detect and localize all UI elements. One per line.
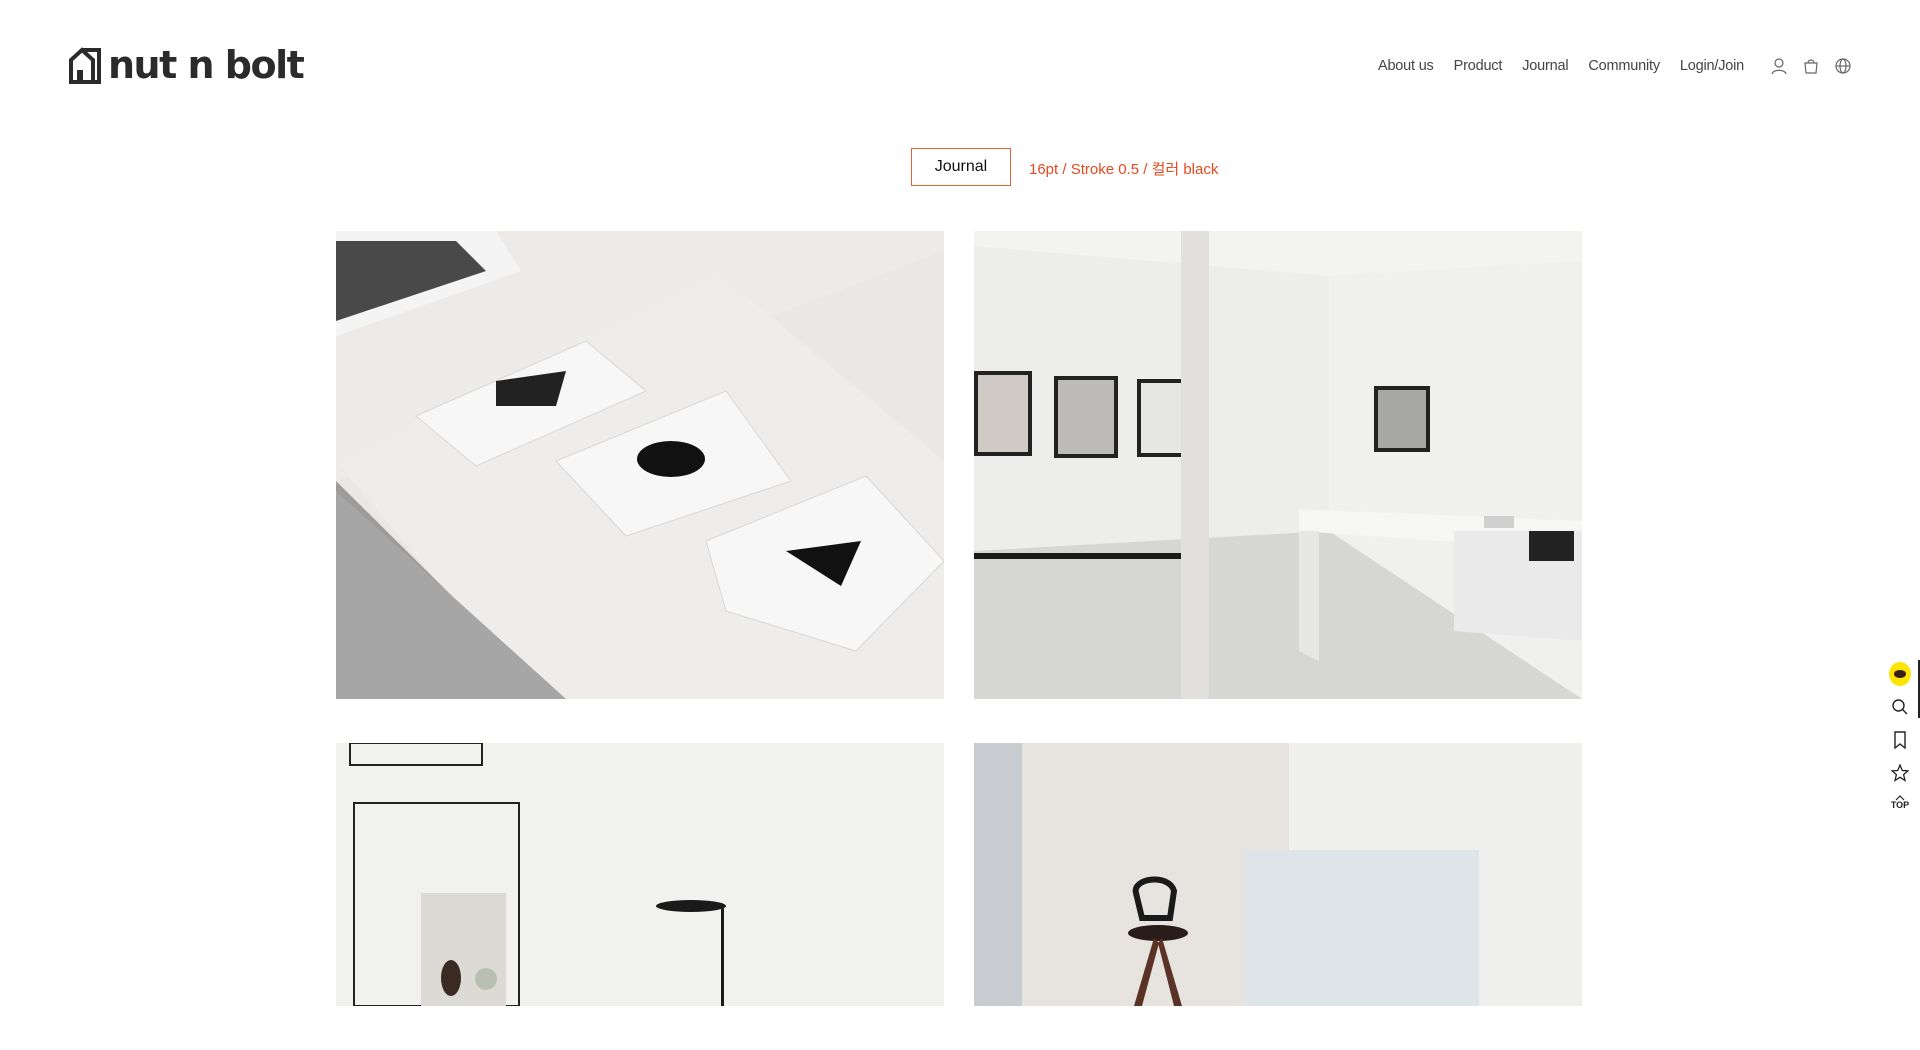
top-label: TOP	[1890, 800, 1910, 810]
nav-login-join[interactable]: Login/Join	[1680, 58, 1744, 74]
brand-name: nut n bolt	[108, 43, 305, 87]
quick-menu: TOP	[1880, 662, 1920, 810]
kakao-talk-button[interactable]	[1889, 662, 1911, 686]
brand-logo[interactable]: nut n bolt	[68, 43, 305, 87]
nav-about-us[interactable]: About us	[1378, 58, 1434, 74]
journal-card-stool[interactable]	[974, 743, 1582, 1006]
journal-image-gallery	[974, 231, 1582, 699]
quick-favorite-button[interactable]	[1889, 762, 1911, 784]
journal-image-stool	[974, 743, 1582, 1006]
section-title: Journal	[911, 148, 1011, 186]
shopping-bag-icon[interactable]	[1802, 57, 1820, 75]
search-icon	[1892, 699, 1908, 715]
house-logo-icon	[69, 47, 101, 84]
kakao-talk-icon	[1889, 662, 1911, 686]
nav-community[interactable]: Community	[1588, 58, 1660, 74]
journal-image-shapes	[336, 231, 944, 699]
main-nav: About us Product Journal Community Login…	[1358, 57, 1852, 75]
bookmark-icon	[1894, 731, 1906, 749]
journal-card-gallery[interactable]	[974, 231, 1582, 699]
nav-product[interactable]: Product	[1454, 58, 1503, 74]
star-icon	[1891, 764, 1909, 782]
design-annotation: 16pt / Stroke 0.5 / 컬러 black	[1029, 161, 1219, 178]
quick-bookmark-button[interactable]	[1889, 729, 1911, 751]
quick-search-button[interactable]	[1889, 696, 1911, 718]
globe-icon[interactable]	[1834, 57, 1852, 75]
user-icon[interactable]	[1770, 57, 1788, 75]
scroll-top-button[interactable]: TOP	[1891, 795, 1909, 810]
journal-image-lamp	[336, 743, 944, 1006]
journal-card-lamp[interactable]	[336, 743, 944, 1006]
journal-card-shapes[interactable]	[336, 231, 944, 699]
site-header: nut n bolt About us Product Journal Comm…	[0, 0, 1920, 140]
nav-icon-group	[1770, 57, 1852, 75]
nav-journal[interactable]: Journal	[1522, 58, 1568, 74]
